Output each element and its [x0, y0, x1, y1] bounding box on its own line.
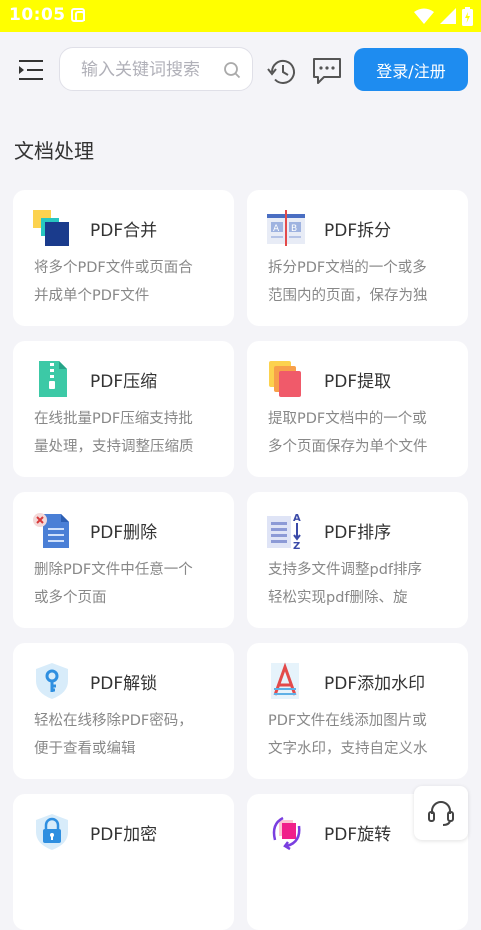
search-input[interactable] — [79, 58, 223, 82]
card-title: PDF解锁 — [90, 674, 158, 694]
delete-icon — [33, 513, 69, 548]
card-pdf-compress[interactable]: PDF压缩 在线批量PDF压缩支持批 量处理，支持调整压缩质 — [13, 341, 234, 477]
unlock-key-icon — [36, 663, 68, 699]
battery-icon — [462, 6, 473, 26]
card-pdf-merge[interactable]: PDF合并 将多个PDF文件或页面合 并成单个PDF文件 — [13, 190, 234, 326]
customer-service-button[interactable] — [414, 786, 468, 840]
split-icon: A B — [267, 210, 305, 246]
sort-icon: A Z — [267, 513, 301, 550]
lock-icon — [36, 814, 68, 850]
compress-icon — [39, 361, 67, 397]
card-title: PDF排序 — [324, 523, 392, 543]
search-icon[interactable] — [223, 61, 241, 79]
menu-icon[interactable] — [17, 58, 45, 82]
card-title: PDF添加水印 — [324, 674, 426, 694]
notification-a-icon — [71, 8, 85, 22]
card-pdf-sort[interactable]: A Z PDF排序 支持多文件调整pdf排序 轻松实现pdf删除、旋 — [247, 492, 468, 628]
rotate-icon — [272, 816, 301, 851]
card-pdf-unlock[interactable]: PDF解锁 轻松在线移除PDF密码， 便于查看或编辑 — [13, 643, 234, 779]
card-pdf-extract[interactable]: PDF提取 提取PDF文档中的一个或 多个页面保存为单个文件 — [247, 341, 468, 477]
card-title: PDF提取 — [324, 372, 392, 392]
card-title: PDF旋转 — [324, 825, 392, 845]
wifi-icon — [414, 8, 434, 24]
svg-text:A: A — [273, 224, 280, 234]
login-register-button[interactable]: 登录/注册 — [354, 48, 468, 91]
section-title: 文档处理 — [14, 139, 94, 163]
card-desc: 在线批量PDF压缩支持批 量处理，支持调整压缩质 — [34, 411, 194, 455]
message-icon[interactable] — [312, 57, 342, 85]
headset-icon — [428, 801, 454, 826]
card-pdf-delete[interactable]: PDF删除 删除PDF文件中任意一个 或多个页面 — [13, 492, 234, 628]
svg-text:Z: Z — [293, 541, 300, 550]
extract-icon — [269, 361, 301, 397]
card-title: PDF删除 — [90, 523, 158, 543]
card-desc: 支持多文件调整pdf排序 轻松实现pdf删除、旋 — [268, 562, 423, 606]
top-bar: 登录/注册 — [0, 32, 481, 108]
card-desc: 删除PDF文件中任意一个 或多个页面 — [34, 562, 193, 606]
svg-text:B: B — [291, 224, 297, 234]
card-desc — [34, 858, 219, 914]
merge-icon — [33, 210, 69, 246]
status-indicators — [414, 6, 473, 26]
card-title: PDF加密 — [90, 825, 158, 845]
card-pdf-watermark[interactable]: PDF添加水印 PDF文件在线添加图片或 文字水印，支持自定义水 — [247, 643, 468, 779]
card-pdf-encrypt[interactable]: PDF加密 — [13, 794, 234, 930]
status-time: 10:05 — [9, 5, 66, 25]
card-desc: 拆分PDF文档的一个或多 范围内的页面，保存为独 — [268, 260, 428, 304]
card-title: PDF拆分 — [324, 221, 392, 241]
card-pdf-split[interactable]: A B PDF拆分 拆分PDF文档的一个或多 范围内的页面，保存为独 — [247, 190, 468, 326]
card-desc — [268, 858, 453, 914]
card-desc: 轻松在线移除PDF密码， 便于查看或编辑 — [34, 713, 193, 757]
search-box[interactable] — [59, 47, 253, 91]
svg-text:A: A — [293, 513, 301, 524]
watermark-icon — [271, 662, 299, 699]
status-bar: 10:05 — [0, 0, 481, 32]
card-title: PDF压缩 — [90, 372, 158, 392]
card-desc: 将多个PDF文件或页面合 并成单个PDF文件 — [34, 260, 193, 304]
signal-icon — [440, 8, 456, 24]
card-desc: 提取PDF文档中的一个或 多个页面保存为单个文件 — [268, 411, 428, 455]
card-title: PDF合并 — [90, 221, 158, 241]
card-desc: PDF文件在线添加图片或 文字水印，支持自定义水 — [268, 713, 428, 757]
history-icon[interactable] — [266, 57, 298, 87]
